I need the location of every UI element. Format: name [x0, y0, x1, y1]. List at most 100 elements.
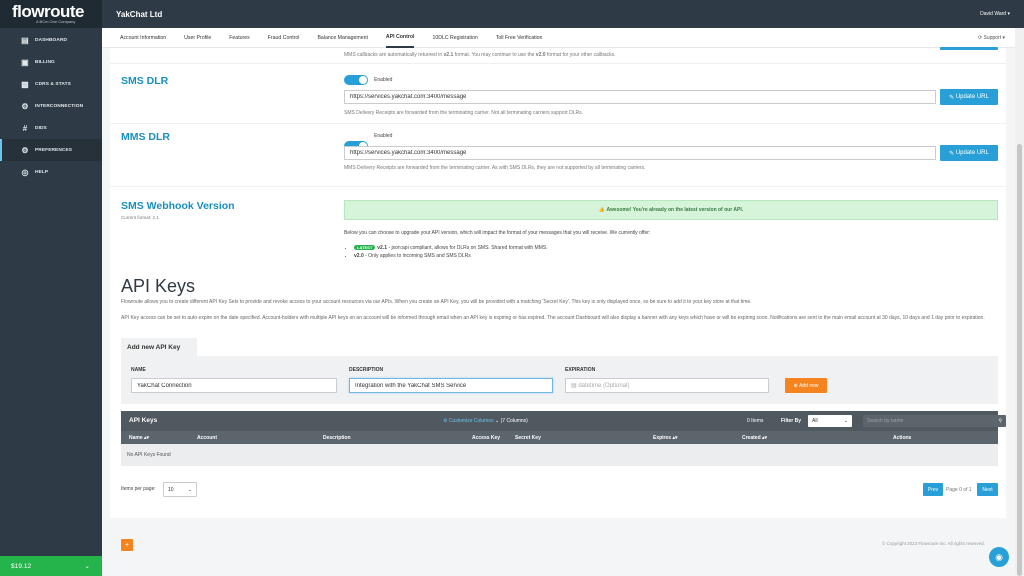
- sidebar-item-help[interactable]: ◎ HELP: [0, 161, 102, 183]
- tab-user-profile[interactable]: User Profile: [184, 28, 211, 48]
- sms-dlr-update-url-button[interactable]: ✎ Update URL: [940, 89, 998, 105]
- column-name[interactable]: Name ▴▾: [129, 435, 149, 441]
- sidebar-item-preferences[interactable]: ⚙ PREFERENCES: [0, 139, 102, 161]
- tab-api-control[interactable]: API Control: [385, 28, 415, 48]
- balance-bar[interactable]: $19.12 ⌄: [0, 556, 102, 576]
- next-page-button[interactable]: Next: [977, 483, 998, 496]
- support-menu[interactable]: ⟳ Support ▾: [978, 35, 1005, 41]
- api-keys-empty-row: No API Keys Found: [121, 444, 998, 466]
- tab-toll-free-verification[interactable]: Toll Free Verification: [496, 28, 543, 48]
- dashboard-icon: ▤: [21, 35, 29, 45]
- preferences-tabs: Account Information User Profile Feature…: [102, 28, 1015, 48]
- mms-dlr-title: MMS DLR: [121, 131, 170, 143]
- items-count: 0 Items: [747, 418, 764, 424]
- sidebar-item-interconnection[interactable]: ⚙ INTERCONNECTION: [0, 95, 102, 117]
- items-per-page-value: 10: [168, 486, 174, 493]
- company-name: YakChat Ltd: [116, 9, 163, 19]
- sidebar-item-billing[interactable]: ▣ BILLING: [0, 51, 102, 73]
- caret-down-icon: ▾: [1007, 11, 1010, 17]
- api-keys-expiry-info: API Key access can be set to auto expire…: [121, 315, 985, 321]
- webhook-success-alert: 👍 Awesome! You're already on the latest …: [344, 200, 998, 220]
- balance-amount: $19.12: [11, 562, 32, 570]
- sidebar-item-label: INTERCONNECTION: [35, 103, 84, 109]
- sidebar-item-label: PREFERENCES: [35, 147, 73, 153]
- chat-widget-button[interactable]: ◉: [989, 547, 1009, 567]
- tab-features[interactable]: Features: [229, 28, 249, 48]
- help-icon: ◎: [21, 167, 29, 177]
- page-info: Page 0 of 1: [946, 487, 972, 493]
- expiration-label: EXPIRATION: [565, 367, 596, 373]
- column-created-label: Created: [742, 435, 761, 441]
- sidebar-item-label: DIDS: [35, 125, 47, 131]
- add-api-key-tab[interactable]: Add new API Key: [121, 338, 197, 356]
- add-floating-button[interactable]: +: [121, 539, 133, 551]
- user-name: David Ward: [980, 11, 1007, 17]
- callbacks-note-version: v2.0: [535, 52, 546, 58]
- webhook-intro: Below you can choose to upgrade your API…: [344, 230, 651, 236]
- sort-icon: ▴▾: [672, 435, 678, 441]
- logo-text: flowroute: [12, 2, 85, 21]
- mms-dlr-update-url-button[interactable]: ✎ Update URL: [940, 145, 998, 161]
- callbacks-note-text: format for your other callbacks.: [545, 52, 616, 58]
- api-key-name-input[interactable]: [131, 378, 337, 393]
- webhook-version-desc: - Only applies to incoming SMS and SMS D…: [363, 253, 471, 259]
- tab-10dlc-registration[interactable]: 10DLC Registration: [432, 28, 477, 48]
- webhook-version-list: LATESTv2.1 - json:api compliant, allows …: [348, 244, 548, 260]
- filter-by-select[interactable]: All ⌄: [808, 415, 852, 427]
- mms-dlr-url-input[interactable]: [344, 146, 936, 160]
- mms-dlr-toggle-label: Enabled: [374, 133, 393, 139]
- column-expires[interactable]: Expires ▴▾: [653, 435, 678, 441]
- main-content: MMS callbacks are automatically returned…: [102, 47, 1015, 576]
- customize-columns-toggle[interactable]: ⚙ Customize Columns ⌄ (7 Columns): [443, 418, 528, 424]
- webhook-version-v20: v2.0 - Only applies to incoming SMS and …: [354, 252, 548, 260]
- webhook-success-text: Awesome! You're already on the latest ve…: [606, 207, 744, 213]
- search-placeholder: Search by name: [867, 418, 904, 424]
- callbacks-note: MMS callbacks are automatically returned…: [344, 52, 616, 58]
- webhook-version-desc: - json:api compliant, allows for DLRs on…: [387, 245, 548, 251]
- tab-account-information[interactable]: Account Information: [120, 28, 166, 48]
- api-key-expiration-input[interactable]: ▤ datetime (Optional): [565, 378, 769, 393]
- callbacks-note-text: format. You may continue to use the: [453, 52, 536, 58]
- sidebar-item-dids[interactable]: # DIDS: [0, 117, 102, 139]
- sidebar-item-cdrs[interactable]: ▩ CDRS & STATS: [0, 73, 102, 95]
- sms-dlr-url-input[interactable]: [344, 90, 936, 104]
- page-scrollbar[interactable]: [1015, 28, 1024, 576]
- plus-icon: +: [124, 541, 130, 549]
- name-label: NAME: [131, 367, 146, 373]
- api-control-card: MMS callbacks are automatically returned…: [110, 47, 1006, 518]
- sidebar-item-label: BILLING: [35, 59, 55, 65]
- user-menu[interactable]: David Ward ▾: [980, 11, 1010, 17]
- topbar: YakChat Ltd David Ward ▾: [102, 0, 1024, 28]
- api-keys-search-input[interactable]: Search by name ⚲: [863, 415, 1006, 427]
- sidebar-item-label: HELP: [35, 169, 49, 175]
- webhook-title: SMS Webhook Version: [121, 200, 235, 212]
- sidebar-item-dashboard[interactable]: ▤ DASHBOARD: [0, 29, 102, 51]
- sort-icon: ▴▾: [762, 435, 768, 441]
- callbacks-note-text: MMS callbacks are automatically returned…: [344, 52, 444, 58]
- column-expires-label: Expires: [653, 435, 672, 441]
- gears-icon: ⚙: [21, 101, 29, 111]
- logo-tagline: A BCm One Company: [36, 19, 76, 24]
- prev-page-button[interactable]: Prev: [923, 483, 943, 496]
- customize-columns-label: Customize Columns: [448, 418, 494, 424]
- expiration-placeholder: datetime (Optional): [578, 382, 630, 389]
- logo[interactable]: flowroute A BCm One Company: [0, 0, 102, 28]
- chart-icon: ▩: [21, 79, 29, 89]
- api-keys-table-header: API Keys ⚙ Customize Columns ⌄ (7 Column…: [121, 411, 1006, 431]
- edit-icon: ✎: [949, 150, 956, 157]
- add-new-api-key-button[interactable]: ⊕ Add new: [785, 378, 827, 393]
- divider: [110, 123, 1006, 124]
- tab-balance-management[interactable]: Balance Management: [317, 28, 367, 48]
- column-created[interactable]: Created ▴▾: [742, 435, 767, 441]
- update-url-button-partial[interactable]: [940, 47, 998, 50]
- items-per-page-select[interactable]: 10 ⌄: [163, 482, 197, 497]
- scrollbar-thumb[interactable]: [1017, 144, 1022, 576]
- column-name-label: Name: [129, 435, 143, 441]
- sms-dlr-toggle[interactable]: [344, 75, 368, 85]
- tab-fraud-control[interactable]: Fraud Control: [268, 28, 300, 48]
- update-url-label: Update URL: [955, 150, 989, 156]
- thumbs-up-icon: 👍: [598, 207, 607, 213]
- api-key-description-input[interactable]: [349, 378, 553, 393]
- chevron-down-icon: ⌄: [843, 418, 848, 424]
- calendar-icon: ▤: [571, 383, 579, 389]
